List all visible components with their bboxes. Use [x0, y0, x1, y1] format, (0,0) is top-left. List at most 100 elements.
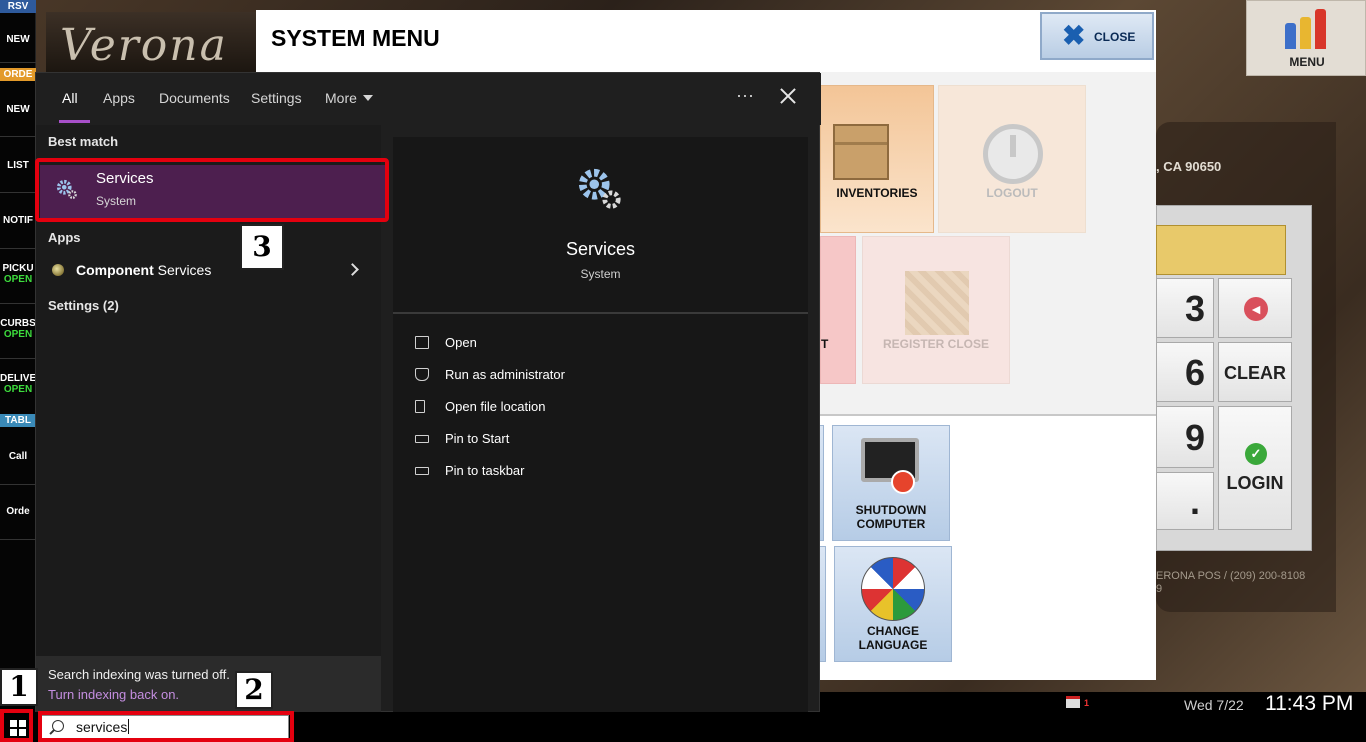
services-result-highlight: [35, 158, 389, 222]
rail-curbside-status: OPEN: [3, 329, 33, 340]
system-menu-divider: [820, 414, 1156, 416]
backspace-key[interactable]: ◄: [1218, 278, 1292, 338]
app-name-rest: Services: [153, 262, 212, 278]
logo-text: Verona: [60, 20, 228, 71]
action-open-label: Open: [445, 335, 477, 350]
rail-curbside-label: CURBS: [0, 318, 36, 329]
start-button-highlight: [0, 709, 33, 742]
inventories-tile[interactable]: INVENTORIES: [820, 85, 934, 233]
action-pin-to-start[interactable]: Pin to Start: [415, 429, 795, 451]
logout-tile[interactable]: LOGOUT: [938, 85, 1086, 233]
key-dot[interactable]: .: [1156, 472, 1214, 530]
logout-label: LOGOUT: [986, 186, 1038, 200]
folder-icon: [415, 400, 425, 413]
rail-pickup[interactable]: PICKU OPEN: [0, 263, 36, 285]
tab-more[interactable]: More: [325, 90, 373, 106]
rail-order[interactable]: Orde: [0, 506, 36, 517]
clear-key[interactable]: CLEAR: [1218, 342, 1292, 402]
register-close-tile[interactable]: REGISTER CLOSE: [862, 236, 1010, 384]
action-open[interactable]: Open: [415, 333, 795, 355]
rail-delivery[interactable]: DELIVE OPEN: [0, 373, 36, 395]
rail-divider: [0, 248, 36, 249]
rail-delivery-label: DELIVE: [0, 373, 36, 384]
action-pin-to-start-label: Pin to Start: [445, 431, 510, 446]
key-9[interactable]: 9: [1156, 406, 1214, 468]
action-run-as-admin[interactable]: Run as administrator: [415, 365, 795, 387]
rail-divider: [0, 484, 36, 485]
partial-tile[interactable]: T: [820, 236, 856, 384]
pin-icon: [415, 435, 429, 443]
rail-divider: [0, 192, 36, 193]
settings-heading[interactable]: Settings (2): [48, 298, 119, 313]
rail-pickup-status: OPEN: [3, 274, 33, 285]
tab-apps[interactable]: Apps: [103, 90, 135, 106]
close-x-icon: ✖: [1062, 20, 1086, 51]
shutdown-computer-tile[interactable]: SHUTDOWN COMPUTER: [832, 425, 950, 541]
language-label-line2: LANGUAGE: [858, 638, 928, 652]
system-menu-close-button[interactable]: ✖ CLOSE: [1040, 12, 1154, 60]
rail-pickup-label: PICKU: [2, 263, 34, 274]
close-icon[interactable]: [777, 85, 799, 107]
rail-divider: [0, 358, 36, 359]
rail-list[interactable]: LIST: [0, 160, 36, 171]
rail-curbside[interactable]: CURBS OPEN: [0, 318, 36, 340]
tab-all[interactable]: All: [62, 90, 78, 106]
menu-button-label: MENU: [1289, 55, 1325, 69]
login-key-label: LOGIN: [1226, 473, 1284, 493]
action-pin-to-taskbar[interactable]: Pin to taskbar: [415, 461, 795, 483]
action-open-file-location[interactable]: Open file location: [415, 397, 795, 419]
app-name-match: Component: [76, 262, 154, 278]
preview-title: Services: [565, 239, 636, 259]
app-component-services[interactable]: Component Services: [40, 259, 380, 283]
turn-indexing-on-link[interactable]: Turn indexing back on.: [48, 687, 179, 702]
close-button-label: CLOSE: [1094, 30, 1136, 44]
tab-more-label: More: [325, 90, 357, 106]
preview-subtitle: System: [580, 267, 621, 281]
rail-new-order[interactable]: NEW: [0, 104, 36, 115]
pos-date: Wed 7/22: [1184, 697, 1244, 713]
rail-notif[interactable]: NOTIF: [0, 215, 36, 226]
change-language-tile[interactable]: CHANGE LANGUAGE: [834, 546, 952, 662]
system-menu-title: SYSTEM MENU: [271, 25, 440, 51]
active-tab-indicator: [59, 120, 90, 123]
step-1-badge: 1: [0, 668, 38, 706]
more-options-icon[interactable]: ···: [736, 85, 754, 106]
chevron-down-icon: [362, 95, 373, 101]
pos-footer-phone: ERONA POS / (209) 200-8108: [1156, 570, 1306, 582]
cash-register-icon: [905, 271, 969, 335]
key-6[interactable]: 6: [1156, 342, 1214, 402]
tab-documents[interactable]: Documents: [159, 90, 230, 106]
box-icon: [833, 124, 889, 180]
apps-heading: Apps: [48, 230, 81, 245]
tab-settings[interactable]: Settings: [251, 90, 302, 106]
register-close-label: REGISTER CLOSE: [882, 337, 989, 351]
component-services-icon: [52, 264, 64, 276]
login-key[interactable]: ✓ LOGIN: [1218, 406, 1292, 530]
key-3[interactable]: 3: [1156, 278, 1214, 338]
shutdown-label-line1: SHUTDOWN: [855, 503, 927, 517]
store-address: , CA 90650: [1156, 159, 1222, 174]
pin-icon: [415, 467, 429, 475]
pos-logo: Verona: [46, 12, 256, 72]
best-match-heading: Best match: [48, 134, 119, 149]
preview-divider: [393, 312, 808, 314]
power-icon: [983, 124, 1043, 184]
rail-call[interactable]: Call: [0, 451, 36, 462]
shield-icon: [415, 368, 429, 381]
open-icon: [415, 336, 429, 349]
chevron-right-icon[interactable]: [346, 263, 359, 276]
step-3-badge: 3: [240, 224, 284, 270]
pos-menu-button[interactable]: MENU: [1246, 0, 1366, 76]
action-pin-to-taskbar-label: Pin to taskbar: [445, 463, 525, 478]
pin-display: [1156, 225, 1286, 275]
pos-footer-extra: 9: [1156, 583, 1163, 595]
back-arrow-icon: ◄: [1244, 297, 1268, 321]
rail-delivery-status: OPEN: [3, 384, 33, 395]
bar-chart-icon: [1285, 9, 1329, 49]
printer-status[interactable]: 1: [1066, 694, 1090, 710]
pos-left-rail: RSV NEW ORDE NEW LIST NOTIF PICKU OPEN C…: [0, 0, 36, 692]
rail-new-reservation[interactable]: NEW: [0, 34, 36, 45]
indexing-message: Search indexing was turned off.: [48, 667, 230, 682]
rail-divider: [0, 303, 36, 304]
printer-icon: [1066, 696, 1080, 708]
